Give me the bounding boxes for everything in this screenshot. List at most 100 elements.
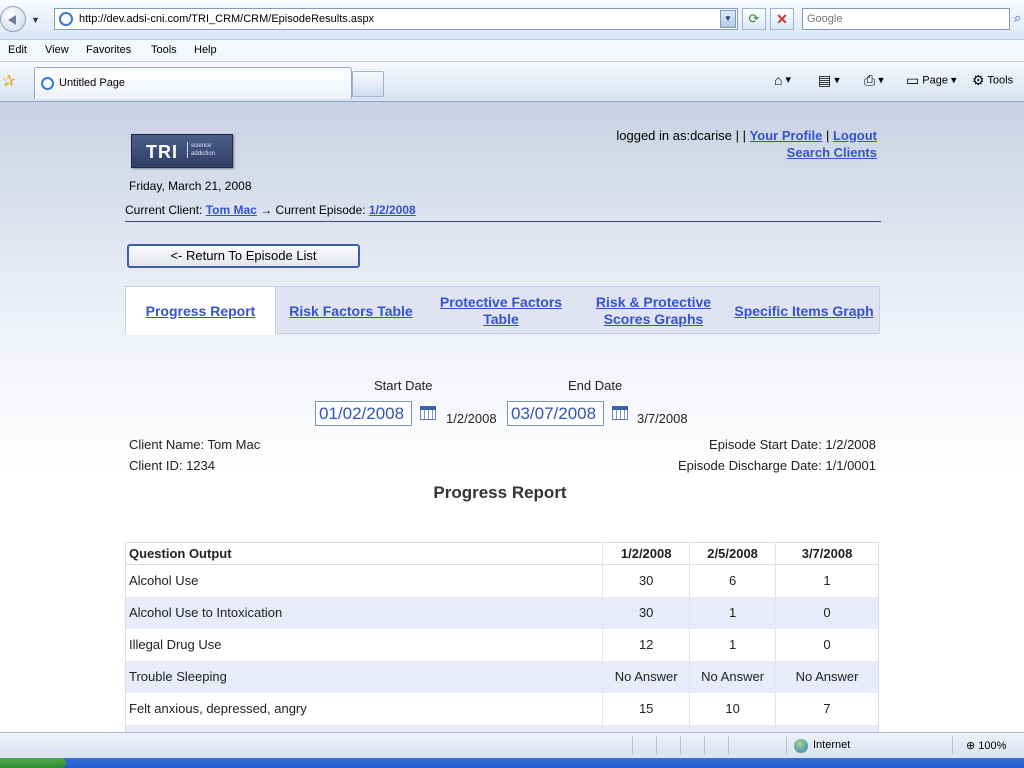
status-pane bbox=[680, 736, 681, 755]
question-cell: Trouble Sleeping bbox=[125, 660, 603, 693]
results-table: Question Output 1/2/2008 2/5/2008 3/7/20… bbox=[125, 542, 879, 732]
tools-menu-button[interactable]: ⚙ Tools bbox=[972, 72, 1013, 89]
menu-bar: Edit View Favorites Tools Help bbox=[0, 40, 1024, 62]
end-calendar-icon[interactable] bbox=[612, 406, 628, 420]
status-pane bbox=[786, 736, 787, 755]
score-cell: No Answer bbox=[775, 660, 879, 693]
start-date-text: 1/2/2008 bbox=[446, 411, 497, 426]
column-header: 2/5/2008 bbox=[689, 542, 776, 565]
start-button[interactable] bbox=[0, 758, 66, 768]
tab-risk-factors-table[interactable]: Risk Factors Table bbox=[281, 287, 421, 335]
zoom-control[interactable]: ⊕ 100% bbox=[966, 739, 1006, 752]
episode-discharge-date: Episode Discharge Date: 1/1/0001 bbox=[677, 458, 876, 473]
menu-edit[interactable]: Edit bbox=[8, 44, 27, 56]
address-bar: ▼ http://dev.adsi-cni.com/TRI_CRM/CRM/Ep… bbox=[0, 0, 1024, 40]
start-date-input[interactable]: 01/02/2008 bbox=[315, 401, 412, 426]
score-cell: 6 bbox=[689, 564, 776, 597]
menu-tools[interactable]: Tools bbox=[151, 44, 177, 56]
logout-link[interactable]: Logout bbox=[833, 128, 877, 143]
globe-icon bbox=[794, 739, 808, 753]
tab-untitled-page[interactable]: Untitled Page bbox=[34, 67, 352, 99]
page-viewport: TRI science addiction logged in as:dcari… bbox=[0, 102, 1024, 732]
search-clients-link[interactable]: Search Clients bbox=[787, 145, 877, 160]
question-cell: Alcohol Use to Intoxication bbox=[125, 596, 603, 629]
status-bar: Internet ⊕ 100% bbox=[0, 732, 1024, 758]
ie-page-icon bbox=[59, 12, 73, 26]
score-cell: 0 bbox=[775, 596, 879, 629]
score-cell: 1 bbox=[775, 564, 879, 597]
history-dropdown-icon[interactable]: ▼ bbox=[31, 15, 40, 25]
tab-title: Untitled Page bbox=[59, 77, 126, 89]
score-cell: 30 bbox=[602, 564, 690, 597]
feeds-icon[interactable]: ▤ ▾ bbox=[818, 72, 840, 89]
current-client-label: Current Client: bbox=[125, 203, 203, 217]
current-client-line: Current Client: Tom Mac → Current Episod… bbox=[125, 203, 416, 217]
report-nav: Progress Report Risk Factors Table Prote… bbox=[125, 286, 880, 335]
start-calendar-icon[interactable] bbox=[420, 406, 436, 420]
login-separator: | bbox=[825, 128, 830, 143]
table-row bbox=[125, 724, 879, 732]
episode-link[interactable]: 1/2/2008 bbox=[369, 203, 416, 217]
current-episode-label: Current Episode: bbox=[275, 203, 366, 217]
tri-logo: TRI science addiction bbox=[131, 134, 233, 168]
question-cell bbox=[125, 724, 603, 732]
new-tab-button[interactable] bbox=[352, 71, 384, 97]
logo-text: TRI bbox=[146, 142, 178, 162]
status-pane bbox=[728, 736, 729, 755]
zoom-icon: ⊕ bbox=[966, 740, 976, 752]
score-cell: No Answer bbox=[689, 660, 776, 693]
end-date-text: 3/7/2008 bbox=[637, 411, 688, 426]
client-link[interactable]: Tom Mac bbox=[206, 203, 257, 217]
login-panel: logged in as:dcarise | | Your Profile | … bbox=[616, 127, 877, 161]
url-field[interactable]: http://dev.adsi-cni.com/TRI_CRM/CRM/Epis… bbox=[54, 8, 738, 30]
table-row: Alcohol Use 30 6 1 bbox=[126, 564, 879, 597]
tab-risk-protective-graphs[interactable]: Risk & Protective Scores Graphs bbox=[581, 287, 726, 335]
score-cell: 30 bbox=[602, 596, 690, 629]
header-divider bbox=[125, 221, 881, 222]
logo-tagline: science addiction bbox=[187, 142, 227, 158]
back-button[interactable] bbox=[0, 6, 26, 32]
question-cell: Felt anxious, depressed, angry bbox=[129, 701, 307, 716]
favorites-star-icon[interactable]: ✰ bbox=[2, 71, 15, 91]
end-date-label: End Date bbox=[568, 378, 623, 393]
search-input[interactable] bbox=[803, 9, 1009, 29]
tab-progress-report[interactable]: Progress Report bbox=[126, 287, 276, 335]
table-row: Trouble Sleeping No Answer No Answer No … bbox=[125, 660, 879, 693]
stop-button[interactable]: ✕ bbox=[770, 8, 794, 30]
menu-help[interactable]: Help bbox=[194, 44, 217, 56]
current-date: Friday, March 21, 2008 bbox=[129, 179, 252, 193]
search-icon[interactable]: ⌕ bbox=[1014, 10, 1021, 26]
url-text[interactable]: http://dev.adsi-cni.com/TRI_CRM/CRM/Epis… bbox=[79, 13, 374, 25]
home-icon[interactable]: ⌂ ▾ bbox=[774, 72, 791, 88]
table-row: Felt anxious, depressed, angry 15 10 7 bbox=[126, 692, 879, 725]
score-cell bbox=[775, 724, 879, 732]
question-cell: Alcohol Use bbox=[129, 573, 199, 589]
report-title: Progress Report bbox=[433, 483, 567, 502]
print-icon[interactable]: ⎙ ▾ bbox=[864, 72, 884, 89]
menu-favorites[interactable]: Favorites bbox=[86, 44, 131, 56]
column-header: Question Output bbox=[125, 542, 603, 565]
score-cell: 7 bbox=[775, 692, 879, 725]
column-header: 3/7/2008 bbox=[775, 542, 879, 565]
page-menu-button[interactable]: ▭ Page ▾ bbox=[906, 72, 957, 89]
menu-view[interactable]: View bbox=[45, 44, 69, 56]
score-cell: 15 bbox=[602, 692, 690, 725]
your-profile-link[interactable]: Your Profile bbox=[750, 128, 823, 143]
score-cell: 1 bbox=[689, 596, 776, 629]
search-box[interactable] bbox=[802, 8, 1010, 30]
return-to-episode-list-button[interactable]: <- Return To Episode List bbox=[127, 244, 360, 268]
tab-specific-items-graph[interactable]: Specific Items Graph bbox=[729, 287, 879, 335]
status-pane bbox=[952, 736, 953, 755]
url-dropdown-icon[interactable]: ▼ bbox=[720, 10, 736, 28]
client-name: Client Name: Tom Mac bbox=[129, 437, 261, 452]
score-cell: 0 bbox=[775, 628, 879, 661]
status-pane bbox=[656, 736, 657, 755]
security-zone: Internet bbox=[813, 739, 851, 751]
end-date-input[interactable]: 03/07/2008 bbox=[507, 401, 604, 426]
score-cell: 1 bbox=[689, 628, 776, 661]
refresh-button[interactable]: ⟳ bbox=[742, 8, 766, 30]
column-header: 1/2/2008 bbox=[602, 542, 690, 565]
breadcrumb-arrow: → bbox=[260, 203, 273, 217]
tab-protective-factors-table[interactable]: Protective Factors Table bbox=[431, 287, 571, 335]
question-cell: Illegal Drug Use bbox=[129, 637, 222, 652]
